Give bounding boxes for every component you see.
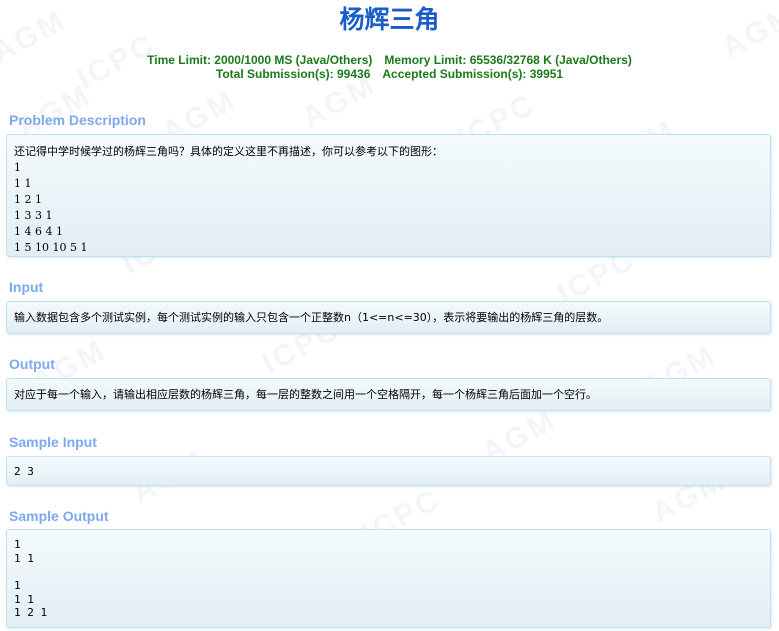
output-panel: 对应于每一个输入，请输出相应层数的杨辉三角，每一层的整数之间用一个空格隔开，每一… [6,378,771,411]
sample-output-line: 1 [14,538,21,551]
input-title: Input [9,279,44,295]
limits-row-2: Total Submission(s): 99436 Accepted Submi… [0,67,779,81]
description-title: Problem Description [9,112,146,128]
problem-title: 杨辉三角 [339,5,440,34]
sample-input-panel: 2 3 [6,456,771,486]
accepted-submissions: Accepted Submission(s): 39951 [382,67,564,81]
sample-output-line: 1 1 [14,551,34,565]
sample-output-title: Sample Output [9,508,109,524]
input-panel: 输入数据包含多个测试实例，每个测试实例的输入只包含一个正整数n（1<=n<=30… [6,301,771,334]
triangle-row: 1 1 [14,177,32,190]
triangle-row: 1 2 1 [14,193,42,206]
sample-output-panel: 1 1 1 1 1 1 1 2 1 [6,529,771,628]
problem-limits: Time Limit: 2000/1000 MS (Java/Others) Me… [0,53,779,81]
triangle-row: 1 [14,161,21,174]
output-description: 对应于每一个输入，请输出相应层数的杨辉三角，每一层的整数之间用一个空格隔开，每一… [14,388,597,401]
description-intro: 还记得中学时候学过的杨辉三角吗？具体的定义这里不再描述，你可以参考以下的图形： [14,145,443,158]
sample-output-line [14,565,763,579]
input-description: 输入数据包含多个测试实例，每个测试实例的输入只包含一个正整数n（1<=n<=30… [14,311,609,324]
triangle-row: 1 3 3 1 [14,209,53,222]
sample-output-line: 1 [14,579,21,593]
total-submissions: Total Submission(s): 99436 [215,67,371,81]
description-panel: 还记得中学时候学过的杨辉三角吗？具体的定义这里不再描述，你可以参考以下的图形： … [6,134,771,257]
sample-input-title: Sample Input [9,434,97,450]
sample-output-line: 1 1 [14,592,34,606]
sample-input-line: 2 3 [14,465,34,478]
triangle-row: 1 5 10 10 5 1 [14,241,88,254]
sample-output-line: 1 2 1 [14,606,48,620]
output-title: Output [9,356,55,372]
limits-row-1: Time Limit: 2000/1000 MS (Java/Others) Me… [0,53,779,67]
triangle-row: 1 4 6 4 1 [14,225,63,238]
memory-limit: Memory Limit: 65536/32768 K (Java/Others… [384,53,632,67]
time-limit: Time Limit: 2000/1000 MS (Java/Others) [147,53,373,67]
